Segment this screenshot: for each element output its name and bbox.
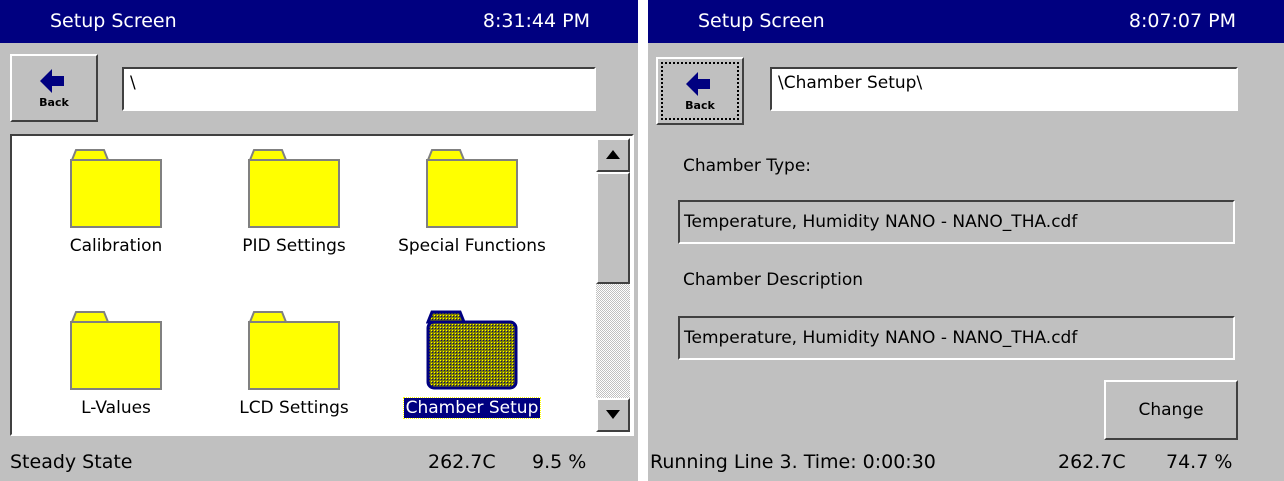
title-bar: Setup Screen 8:31:44 PM — [0, 0, 638, 43]
folder-icon — [248, 311, 340, 390]
screen-title: Setup Screen — [50, 10, 177, 32]
scroll-down-button[interactable] — [596, 398, 630, 432]
back-arrow-icon — [686, 72, 710, 96]
clock: 8:07:07 PM — [1128, 10, 1236, 32]
back-arrow-icon — [40, 69, 64, 93]
folder-icon — [70, 149, 162, 228]
chamber-description-field: Temperature, Humidity NANO - NANO_THA.cd… — [678, 316, 1235, 360]
status-temperature: 262.7C — [1058, 451, 1126, 473]
status-temperature: 262.7C — [428, 451, 496, 473]
folder-label: LCD Settings — [239, 398, 349, 418]
status-state: Running Line 3. Time: 0:00:30 — [650, 451, 936, 473]
folder-icon — [70, 311, 162, 390]
left-setup-screen: Setup Screen 8:31:44 PM Back \ Calibrati… — [0, 0, 638, 481]
scroll-thumb[interactable] — [596, 172, 630, 284]
status-humidity: 74.7 % — [1166, 451, 1233, 473]
folder-icon — [426, 310, 518, 390]
folder-chamber-setup[interactable]: Chamber Setup — [382, 310, 562, 419]
folder-calibration[interactable]: Calibration — [26, 148, 206, 256]
folder-lcd-settings[interactable]: LCD Settings — [204, 310, 384, 418]
back-button-label: Back — [39, 96, 69, 109]
folder-icon — [426, 149, 518, 228]
folder-special-functions[interactable]: Special Functions — [382, 148, 562, 256]
folder-view: Calibration PID Settings Special Functio… — [10, 134, 634, 436]
triangle-up-icon — [606, 150, 620, 159]
status-humidity: 9.5 % — [532, 451, 587, 473]
right-setup-screen: Setup Screen 8:07:07 PM Back \Chamber Se… — [648, 0, 1284, 481]
triangle-down-icon — [606, 410, 620, 419]
folder-icon — [248, 149, 340, 228]
clock: 8:31:44 PM — [482, 10, 590, 32]
scroll-up-button[interactable] — [596, 138, 630, 172]
back-button[interactable]: Back — [10, 54, 98, 122]
folder-label: Special Functions — [398, 236, 546, 256]
status-bar: Steady State 262.7C 9.5 % — [0, 446, 638, 481]
screen-title: Setup Screen — [698, 10, 825, 32]
title-bar: Setup Screen 8:07:07 PM — [648, 0, 1284, 43]
status-bar: Running Line 3. Time: 0:00:30 262.7C 74.… — [648, 446, 1284, 481]
vertical-scrollbar[interactable] — [596, 138, 630, 432]
folder-l-values[interactable]: L-Values — [26, 310, 206, 418]
chamber-type-field: Temperature, Humidity NANO - NANO_THA.cd… — [678, 200, 1235, 244]
path-field[interactable]: \ — [122, 67, 596, 111]
change-button[interactable]: Change — [1104, 380, 1238, 440]
status-state: Steady State — [10, 451, 133, 473]
folder-label: Calibration — [69, 236, 163, 256]
back-button[interactable]: Back — [656, 57, 744, 125]
folder-label: L-Values — [81, 398, 151, 418]
chamber-description-label: Chamber Description — [683, 270, 864, 290]
path-field[interactable]: \Chamber Setup\ — [770, 67, 1238, 111]
chamber-type-label: Chamber Type: — [683, 156, 812, 176]
folder-label: PID Settings — [242, 236, 346, 256]
folder-label: Chamber Setup — [402, 397, 542, 419]
back-button-label: Back — [685, 99, 715, 112]
folder-pid-settings[interactable]: PID Settings — [204, 148, 384, 256]
